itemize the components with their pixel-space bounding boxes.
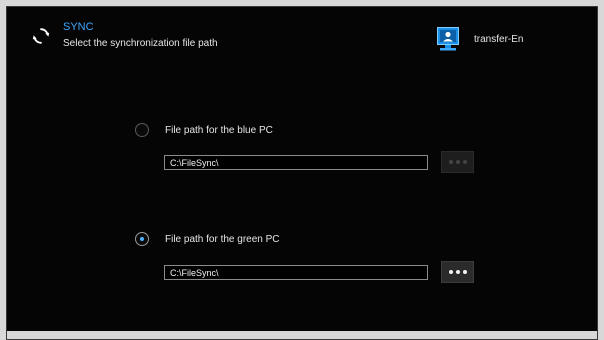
radio-selected-dot: [140, 237, 144, 241]
radio-green-pc[interactable]: [135, 232, 149, 246]
radio-blue-pc[interactable]: [135, 123, 149, 137]
monitor-user-icon: [437, 27, 459, 51]
ellipsis-icon: [448, 270, 453, 274]
blue-pc-path-input[interactable]: [164, 155, 428, 170]
bottom-frame: [7, 331, 597, 339]
sync-window: SYNC Select the synchronization file pat…: [6, 6, 598, 340]
option-label-green-pc: File path for the green PC: [165, 234, 280, 245]
page-title: SYNC: [63, 21, 94, 33]
device-name: transfer-En: [474, 34, 524, 45]
sync-icon: [32, 28, 50, 44]
option-label-blue-pc: File path for the blue PC: [165, 125, 273, 136]
blue-pc-browse-button[interactable]: [441, 151, 474, 173]
green-pc-path-input[interactable]: [164, 265, 428, 280]
ellipsis-icon: [448, 160, 453, 164]
page-subtitle: Select the synchronization file path: [63, 38, 218, 49]
green-pc-browse-button[interactable]: [441, 261, 474, 283]
